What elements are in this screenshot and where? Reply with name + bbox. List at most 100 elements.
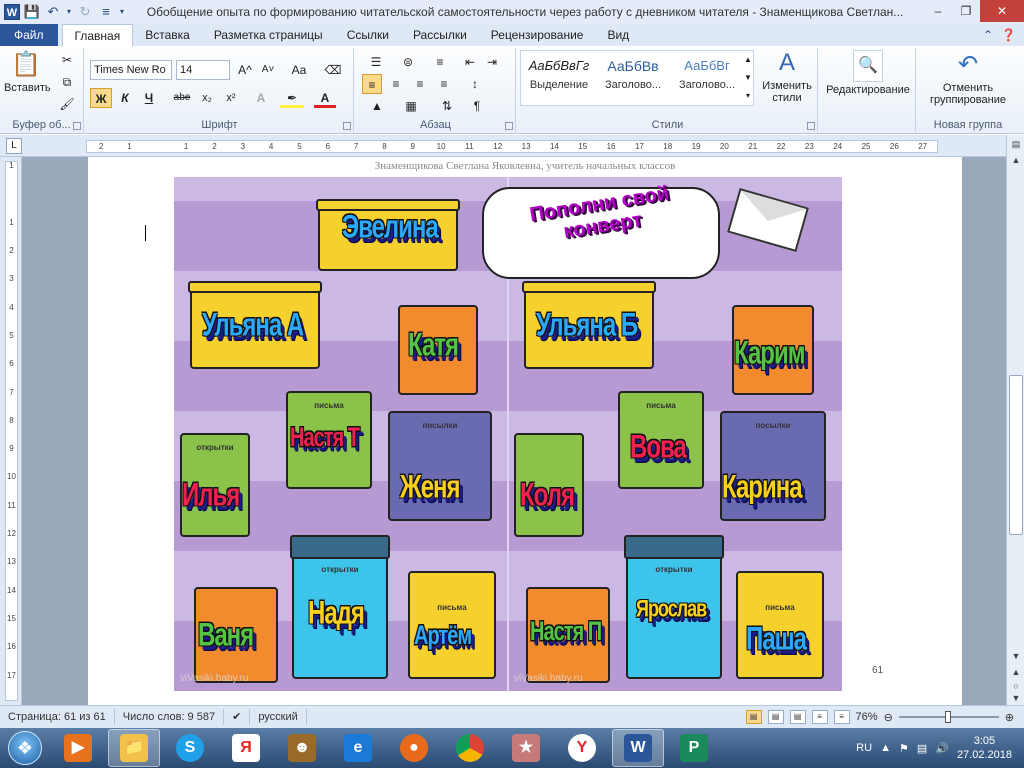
font-size-combo[interactable]: 14 [176,60,230,80]
numbering-icon[interactable]: ⊜ [394,52,422,72]
shrink-font-icon[interactable]: A˅ [258,60,278,80]
change-case-icon[interactable]: Aa [286,60,312,80]
language-indicator[interactable]: русский [250,709,307,725]
taskbar-skype[interactable]: S [164,729,216,767]
sort-icon[interactable]: ⇅ [436,96,458,116]
start-button[interactable]: ❖ [0,728,50,768]
ruler-strip[interactable]: 2 1 1 2 3 4 5 6 7 8 9 10 11 12 13 14 15 16 17 18 19 20 21 22 23 2… [86,140,938,153]
name-wordart[interactable]: Ярослав [636,595,707,623]
zoom-level[interactable]: 76% [856,711,878,723]
text-effects-icon[interactable]: A [250,88,272,108]
styles-scroll-icon[interactable]: ▲ ▼ ▾ [743,51,753,105]
italic-button[interactable]: К [114,88,136,108]
clear-formatting-icon[interactable]: ⌫ [322,60,344,80]
name-wordart[interactable]: Ульяна Б [536,307,638,345]
scroll-thumb[interactable] [1009,375,1023,535]
name-wordart[interactable]: Коля [520,477,575,515]
scroll-up-icon[interactable]: ▲ [1009,153,1023,167]
multilevel-list-icon[interactable]: ≡ [426,52,454,72]
styles-launcher-icon[interactable] [807,122,815,130]
volume-icon[interactable]: 🔊 [935,742,949,755]
name-wordart[interactable]: Ваня [198,617,254,655]
taskbar-app[interactable]: ★ [500,729,552,767]
align-icon[interactable]: ≡ [97,3,115,21]
name-wordart[interactable]: Карина [722,469,803,507]
name-wordart[interactable]: Надя [308,595,365,633]
tab-mailings[interactable]: Рассылки [401,24,479,46]
page-indicator[interactable]: Страница: 61 из 61 [0,709,115,725]
undo-dropdown-icon[interactable]: ▾ [65,3,73,21]
decrease-indent-icon[interactable]: ⇤ [460,52,480,72]
outline-view-icon[interactable]: ≡ [811,710,828,724]
restore-button[interactable]: ❐ [952,0,980,22]
font-color-icon[interactable]: A [314,88,336,108]
clock[interactable]: 3:05 27.02.2018 [957,734,1012,762]
prev-page-icon[interactable]: ▲ [1009,665,1023,679]
font-name-combo[interactable]: Times New Ro [90,60,172,80]
taskbar-game[interactable]: ☻ [276,729,328,767]
grow-font-icon[interactable]: A^ [234,60,256,80]
minimize-button[interactable]: – [924,0,952,22]
ungroup-button[interactable]: ↶ Отменить группирование [922,50,1014,106]
shading-icon[interactable]: ▲ [362,96,392,116]
tab-view[interactable]: Вид [595,24,641,46]
horizontal-ruler[interactable]: L 2 1 1 2 3 4 5 6 7 8 9 10 11 12 13 14 15 16 17 18 19 20 21 22 2… [0,135,1024,157]
format-painter-icon[interactable]: 🖌 [56,94,78,114]
align-right-icon[interactable]: ≡ [410,74,430,94]
close-button[interactable]: ✕ [980,0,1024,22]
zoom-out-icon[interactable]: ⊖ [884,711,893,724]
subscript-button[interactable]: x₂ [196,88,218,108]
taskbar-yandex[interactable]: Y [556,729,608,767]
vertical-scrollbar[interactable]: ▤ ▲ ▼ ▲ ○ ▼ [1006,135,1024,705]
clipboard-launcher-icon[interactable] [73,122,81,130]
align-center-icon[interactable]: ≡ [386,74,406,94]
web-layout-view-icon[interactable]: ▤ [789,710,806,724]
network-icon[interactable]: ▤ [917,742,927,755]
taskbar-explorer[interactable]: 📁 [108,729,160,767]
name-wordart[interactable]: Илья [182,477,240,515]
next-page-icon[interactable]: ▼ [1009,691,1023,705]
paste-button[interactable]: 📋 Вставить [4,50,51,94]
redo-icon[interactable]: ↻ [76,3,94,21]
word-count[interactable]: Число слов: 9 587 [115,709,225,725]
taskbar-chrome[interactable] [444,729,496,767]
name-wordart[interactable]: Артём [414,621,472,652]
action-center-icon[interactable]: ⚑ [899,742,909,755]
name-wordart[interactable]: Ульяна А [202,307,304,345]
print-layout-view-icon[interactable]: ▤ [745,710,762,724]
help-icon[interactable]: ❓ [1001,24,1016,46]
style-item-emphasis[interactable]: АаБбВвГг Выделение [523,53,595,103]
minimize-ribbon-icon[interactable]: ⌃ [983,24,993,46]
save-icon[interactable]: 💾 [23,3,41,21]
font-launcher-icon[interactable] [343,122,351,130]
tab-home[interactable]: Главная [61,24,134,46]
name-wordart[interactable]: Настя Т [290,423,360,454]
change-styles-button[interactable]: A Изменить стили [758,48,816,104]
tab-selector-icon[interactable]: L [6,138,22,154]
proofing-icon[interactable]: ✔ [224,709,251,725]
zoom-slider[interactable] [898,711,999,723]
taskbar-ie[interactable]: e [332,729,384,767]
tab-page-layout[interactable]: Разметка страницы [202,24,335,46]
bold-button[interactable]: Ж [90,88,112,108]
superscript-button[interactable]: x² [220,88,242,108]
taskbar-word[interactable]: W [612,729,664,767]
word-app-icon[interactable]: W [4,4,20,20]
reading-view-icon[interactable]: ▤ [767,710,784,724]
name-wordart[interactable]: Паша [746,621,807,659]
cut-icon[interactable]: ✂ [56,50,78,70]
vertical-ruler-strip[interactable]: 1 1 2 3 4 5 6 7 8 9 10 11 12 13 14 15 16 17 [5,161,18,701]
zoom-knob[interactable] [944,711,951,723]
line-spacing-icon[interactable]: ↕ [460,74,490,94]
increase-indent-icon[interactable]: ⇥ [482,52,502,72]
editing-button[interactable]: 🔍 Редактирование [824,50,912,96]
page-header[interactable]: Знаменщикова Светлана Яковлевна, учитель… [88,160,962,172]
undo-icon[interactable]: ↶ [44,3,62,21]
taskbar-firefox[interactable]: ● [388,729,440,767]
tab-file[interactable]: Файл [0,24,58,46]
show-marks-icon[interactable]: ¶ [466,96,488,116]
name-wordart[interactable]: Карим [734,335,805,373]
document-canvas[interactable]: Знаменщикова Светлана Яковлевна, учитель… [22,157,1006,705]
taskbar-publisher[interactable]: P [668,729,720,767]
tab-review[interactable]: Рецензирование [479,24,596,46]
